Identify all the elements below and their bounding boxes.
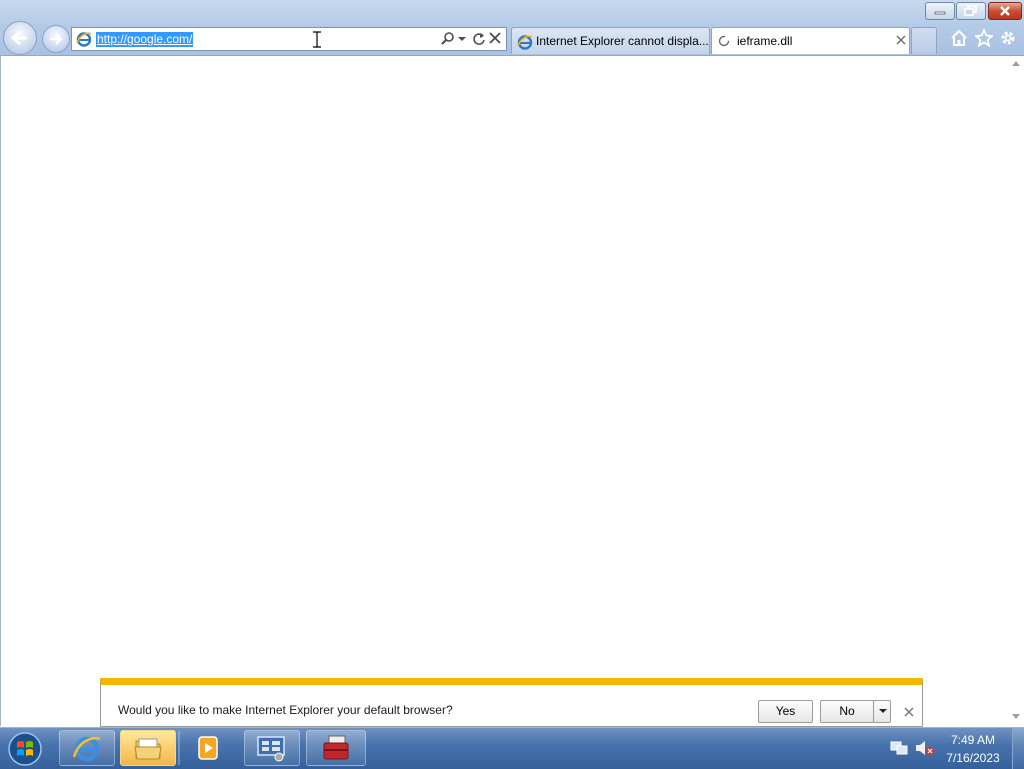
page-content-area[interactable] — [0, 56, 1009, 726]
server-manager-icon — [257, 736, 285, 762]
chevron-down-icon[interactable] — [458, 37, 466, 42]
tab-cannot-display[interactable]: Internet Explorer cannot displa... — [511, 27, 710, 54]
tab-label: ieframe.dll — [737, 34, 793, 48]
forward-button[interactable] — [42, 25, 70, 53]
vertical-scrollbar[interactable] — [1008, 56, 1024, 726]
close-icon — [1000, 6, 1010, 16]
default-browser-notification: Would you like to make Internet Explorer… — [100, 678, 923, 727]
gear-icon[interactable] — [999, 29, 1017, 47]
refresh-icon[interactable] — [472, 31, 486, 47]
tab-label: Internet Explorer cannot displa... — [536, 34, 709, 48]
new-tab-button[interactable] — [911, 27, 937, 54]
restore-icon — [964, 5, 977, 16]
chevron-down-icon — [879, 709, 887, 713]
star-icon[interactable] — [975, 29, 993, 47]
ie-logo-icon — [517, 35, 533, 50]
minimize-icon — [934, 11, 946, 15]
forward-arrow-icon — [50, 33, 63, 45]
volume-muted-icon[interactable] — [915, 740, 935, 756]
taskbar: 7:49 AM 7/16/2023 — [0, 727, 1024, 769]
taskbar-toolbox[interactable] — [306, 730, 366, 766]
taskbar-media-player[interactable] — [181, 730, 237, 766]
back-button[interactable] — [3, 21, 37, 55]
close-icon[interactable] — [904, 707, 914, 717]
restore-button[interactable] — [956, 2, 986, 20]
ie-logo-icon — [72, 736, 101, 762]
taskbar-windows-explorer[interactable] — [120, 730, 176, 766]
stop-icon[interactable] — [489, 32, 501, 44]
network-icon[interactable] — [890, 740, 908, 756]
folder-icon — [134, 738, 162, 760]
browser-chrome: http://google.com/ Internet Explorer can… — [0, 0, 1024, 56]
minimize-button[interactable] — [925, 2, 955, 20]
tab-ieframe[interactable]: ieframe.dll — [711, 27, 910, 54]
text-cursor-icon — [313, 31, 321, 48]
home-icon[interactable] — [950, 29, 968, 47]
clock-time[interactable]: 7:49 AM — [940, 733, 1006, 747]
media-player-icon — [198, 736, 218, 760]
loading-icon — [718, 35, 730, 47]
close-window-button[interactable] — [988, 2, 1022, 20]
no-button[interactable]: No — [820, 700, 874, 723]
clock-date[interactable]: 7/16/2023 — [940, 751, 1006, 765]
address-bar[interactable]: http://google.com/ — [71, 27, 507, 51]
taskbar-server-manager[interactable] — [244, 730, 300, 766]
yes-button[interactable]: Yes — [758, 700, 813, 723]
back-arrow-icon — [11, 30, 27, 46]
notification-message: Would you like to make Internet Explorer… — [118, 703, 453, 717]
scroll-down-arrow-icon[interactable] — [1012, 714, 1020, 719]
search-icon[interactable] — [440, 31, 456, 47]
taskbar-separator — [178, 731, 180, 765]
start-orb-icon[interactable] — [5, 731, 45, 767]
address-input[interactable]: http://google.com/ — [96, 32, 194, 47]
scroll-up-arrow-icon[interactable] — [1012, 61, 1020, 66]
toolbox-icon — [323, 735, 349, 760]
close-tab-icon[interactable] — [896, 35, 906, 45]
taskbar-internet-explorer[interactable] — [59, 730, 115, 766]
ie-logo-icon — [76, 32, 92, 47]
no-options-dropdown[interactable] — [873, 700, 891, 723]
show-desktop-button[interactable] — [1012, 728, 1024, 769]
